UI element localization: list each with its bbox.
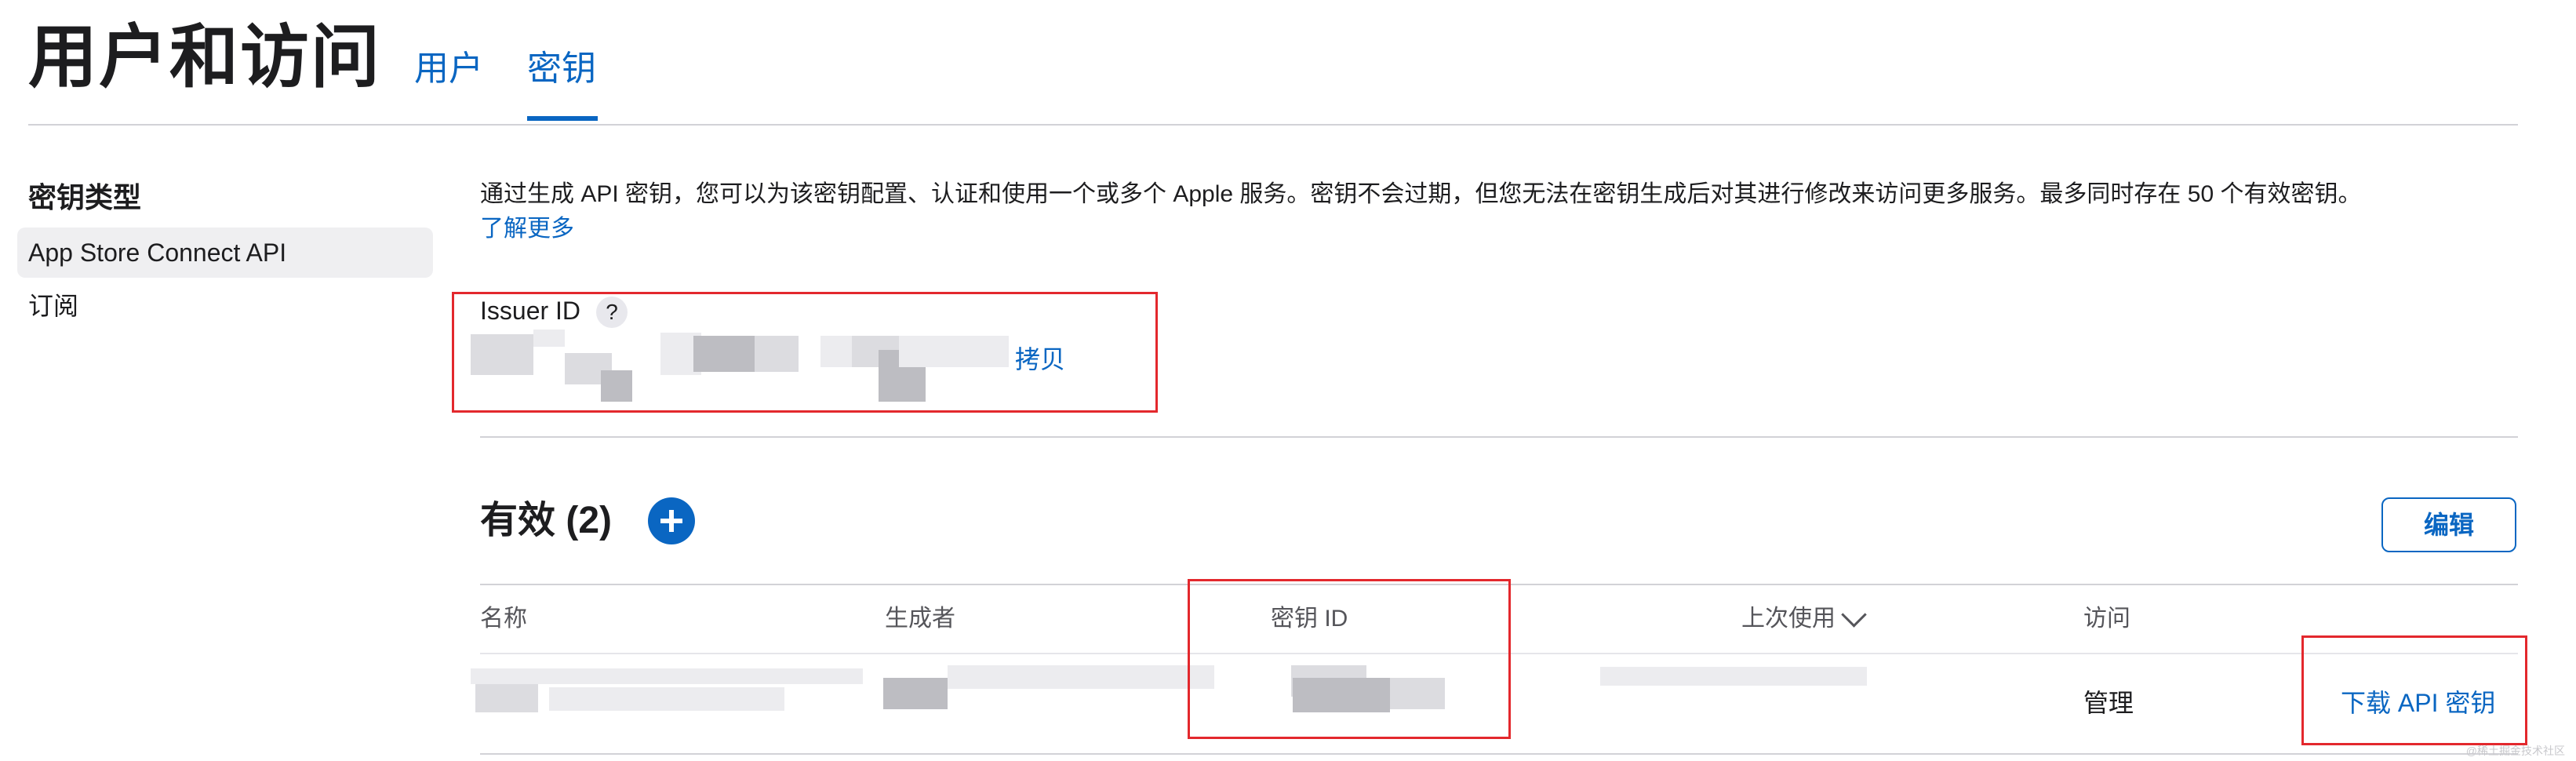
section-divider xyxy=(480,436,2518,438)
column-header-last-used[interactable]: 上次使用 xyxy=(1741,603,1836,635)
chevron-down-icon[interactable] xyxy=(1841,602,1867,628)
table-bottom-divider xyxy=(480,753,2518,755)
active-keys-heading: 有效 (2) xyxy=(480,500,613,541)
column-header-name[interactable]: 名称 xyxy=(480,603,527,635)
learn-more-link[interactable]: 了解更多 xyxy=(480,212,574,246)
plus-circle-icon[interactable] xyxy=(648,497,695,544)
edit-button[interactable]: 编辑 xyxy=(2381,497,2516,552)
column-header-created-by[interactable]: 生成者 xyxy=(885,603,955,635)
column-header-access[interactable]: 访问 xyxy=(2083,603,2130,635)
sidebar-item-label: App Store Connect API xyxy=(28,238,287,267)
access-level: 管理 xyxy=(2083,689,2134,717)
annotation-box-download xyxy=(2301,635,2527,745)
header-divider xyxy=(28,124,2518,126)
annotation-box-key-id xyxy=(1188,579,1511,739)
page-title: 用户和访问 xyxy=(28,18,382,96)
sidebar-heading: 密钥类型 xyxy=(28,181,142,213)
sidebar-item-app-store-connect-api[interactable]: App Store Connect API xyxy=(17,228,433,278)
active-tab-indicator xyxy=(527,116,598,121)
sidebar-item-subscriptions[interactable]: 订阅 xyxy=(28,289,78,323)
watermark: @稀土掘金技术社区 xyxy=(2465,745,2565,757)
annotation-box-issuer xyxy=(452,292,1158,413)
tab-keys[interactable]: 密钥 xyxy=(527,46,596,93)
tab-users[interactable]: 用户 xyxy=(414,46,483,93)
intro-text: 通过生成 API 密钥，您可以为该密钥配置、认证和使用一个或多个 Apple 服… xyxy=(480,181,2362,207)
